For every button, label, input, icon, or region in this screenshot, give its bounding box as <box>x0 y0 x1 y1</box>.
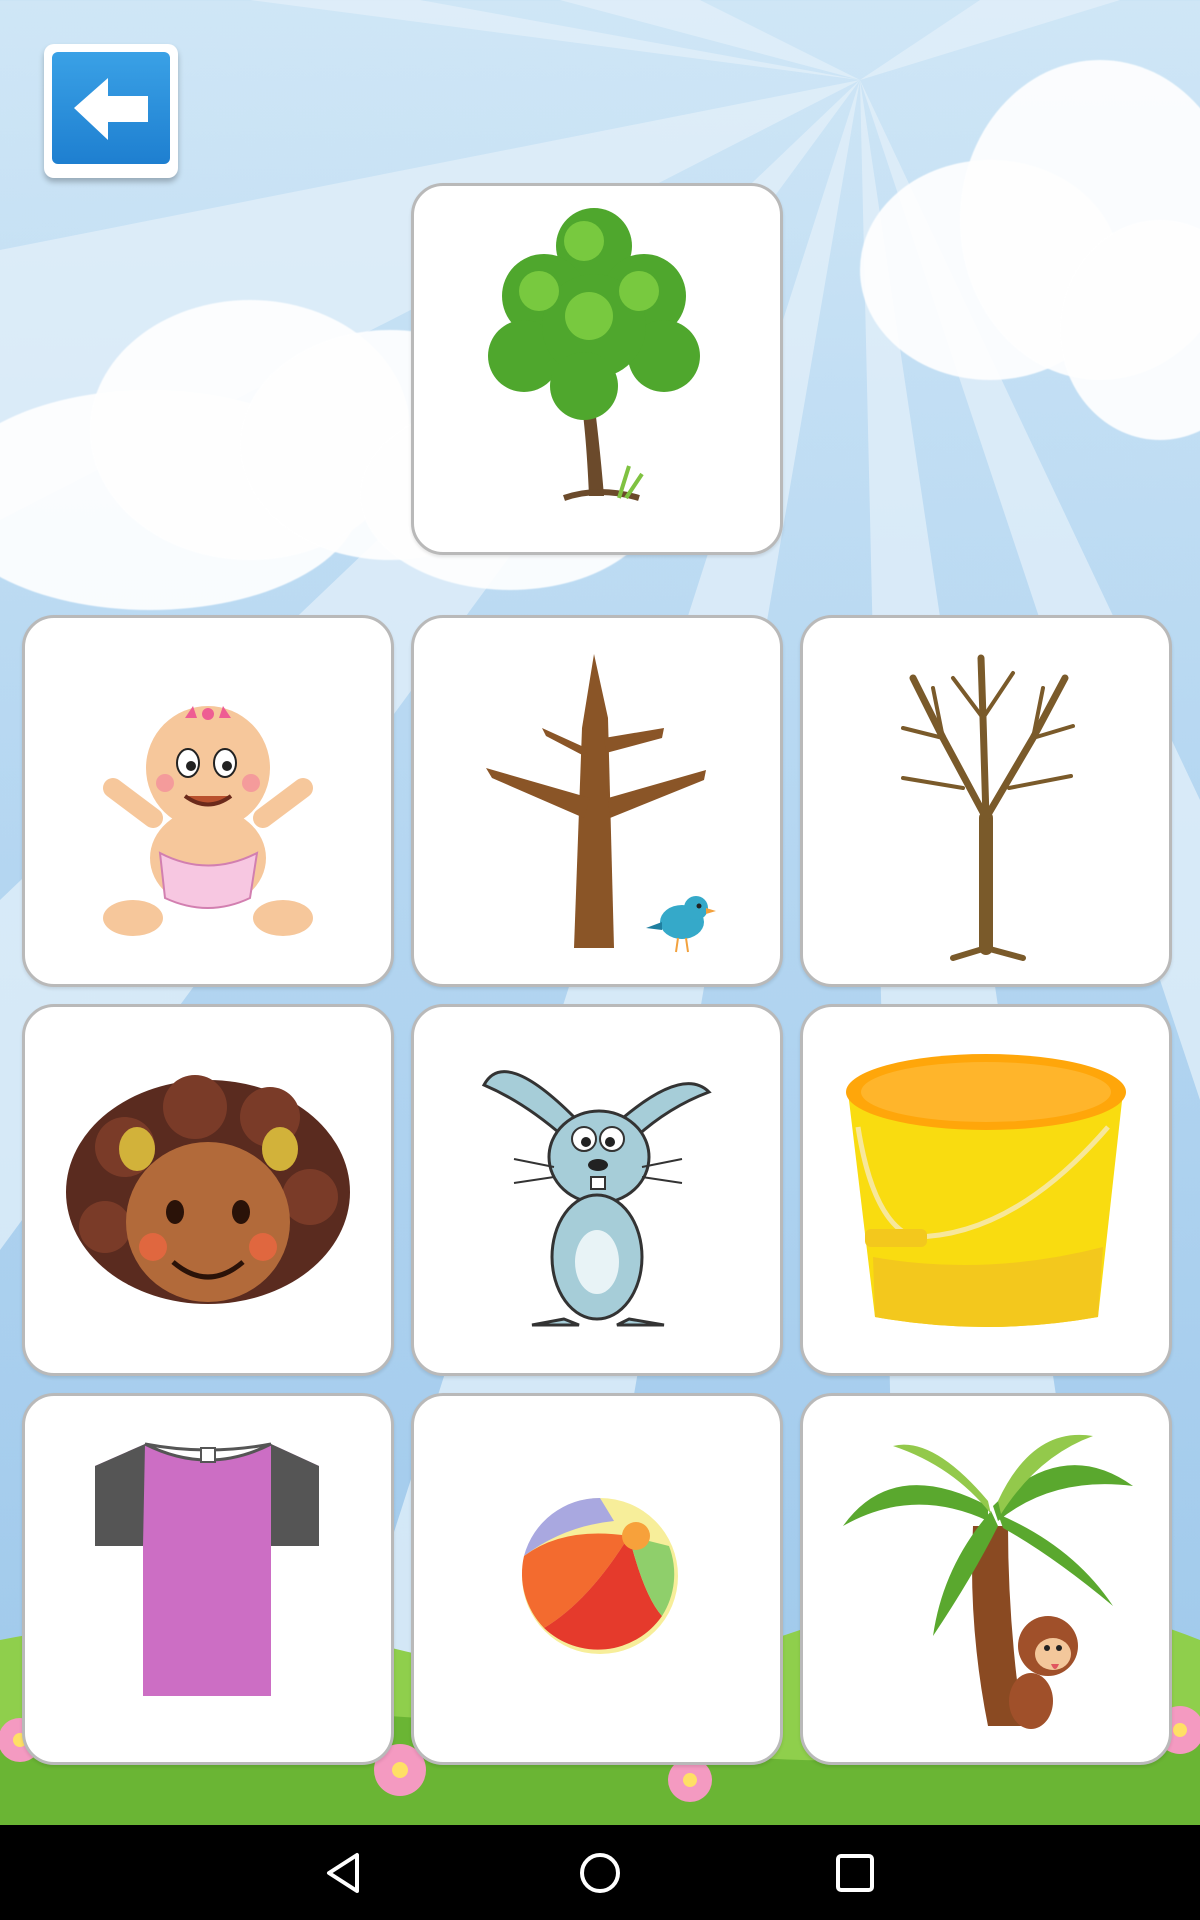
choice-card-rabbit[interactable] <box>411 1004 783 1376</box>
beach-ball-icon <box>521 1497 678 1654</box>
choice-card-bare-tree[interactable] <box>800 615 1172 987</box>
choice-card-tshirt[interactable] <box>22 1393 394 1765</box>
bare-branched-tree-icon <box>901 654 1075 961</box>
green-leafy-tree-icon <box>488 208 700 501</box>
triangle-back-icon <box>327 1853 359 1893</box>
nav-home-button[interactable] <box>570 1843 630 1903</box>
nav-recents-button[interactable] <box>825 1843 885 1903</box>
square-recents-icon <box>836 1854 874 1892</box>
choice-card-ball[interactable] <box>411 1393 783 1765</box>
back-button[interactable] <box>44 44 178 178</box>
baby-girl-icon <box>103 706 313 936</box>
blue-rabbit-icon <box>481 1070 712 1327</box>
yellow-bucket-icon <box>846 1054 1126 1327</box>
choice-card-baby[interactable] <box>22 615 394 987</box>
bare-trunk-bird-icon <box>486 654 716 953</box>
arrow-left-icon <box>74 78 148 140</box>
choice-card-palm-tree[interactable] <box>800 1393 1172 1765</box>
choice-card-bare-trunk[interactable] <box>411 615 783 987</box>
choice-card-bucket[interactable] <box>800 1004 1172 1376</box>
target-card <box>411 183 783 555</box>
palm-tree-monkey-icon <box>843 1434 1133 1729</box>
nav-back-button[interactable] <box>315 1843 375 1903</box>
girl-face-icon <box>66 1075 350 1304</box>
back-button-face <box>52 52 170 164</box>
purple-t-shirt-icon <box>95 1442 319 1696</box>
choice-card-girl-face[interactable] <box>22 1004 394 1376</box>
system-nav-bar <box>0 1825 1200 1920</box>
circle-home-icon <box>580 1853 620 1893</box>
